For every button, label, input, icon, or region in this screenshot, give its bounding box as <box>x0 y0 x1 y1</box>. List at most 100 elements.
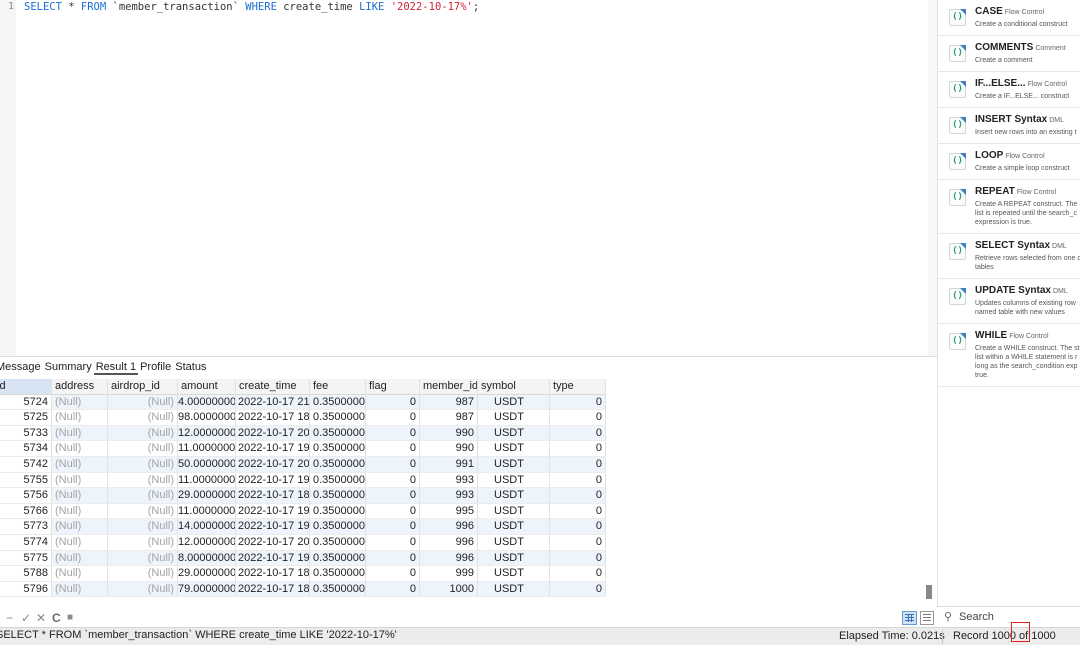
cell-amount[interactable]: 14.00000000 <box>178 519 236 535</box>
cell-create-time[interactable]: 2022-10-17 18:0 <box>236 566 310 582</box>
cell-create-time[interactable]: 2022-10-17 21:0 <box>236 394 310 411</box>
table-row[interactable]: 5725 (Null) (Null) 98.00000000 2022-10-17 18… <box>0 410 606 426</box>
cell-member-id[interactable]: 991 <box>420 457 478 473</box>
sql-editor[interactable]: 1 SELECT * FROM `member_transaction` WHE… <box>0 0 937 356</box>
cell-type[interactable]: 0 <box>550 394 606 411</box>
column-header-airdrop-id[interactable]: airdrop_id <box>108 379 178 395</box>
cell-type[interactable]: 0 <box>550 457 606 473</box>
grid-scrollbar-thumb[interactable] <box>926 585 932 599</box>
cell-create-time[interactable]: 2022-10-17 19:5 <box>236 441 310 457</box>
cell-amount[interactable]: 8.00000000 <box>178 550 236 567</box>
cell-airdrop-id[interactable]: (Null) <box>108 425 178 442</box>
cell-create-time[interactable]: 2022-10-17 19:0 <box>236 519 310 535</box>
table-row[interactable]: 5788 (Null) (Null) 29.00000000 2022-10-17 18… <box>0 566 606 582</box>
cell-address[interactable]: (Null) <box>52 472 108 489</box>
cell-airdrop-id[interactable]: (Null) <box>108 441 178 457</box>
cell-member-id[interactable]: 987 <box>420 394 478 411</box>
cell-member-id[interactable]: 990 <box>420 425 478 442</box>
cell-id[interactable]: 5766 <box>0 503 52 520</box>
tab-summary[interactable]: Summary <box>43 359 94 375</box>
cell-address[interactable]: (Null) <box>52 425 108 442</box>
cell-create-time[interactable]: 2022-10-17 19:2 <box>236 503 310 520</box>
cell-id[interactable]: 5788 <box>0 566 52 582</box>
cell-create-time[interactable]: 2022-10-17 19:3 <box>236 472 310 489</box>
column-header-flag[interactable]: flag <box>366 379 420 395</box>
cell-type[interactable]: 0 <box>550 566 606 582</box>
column-header-address[interactable]: address <box>52 379 108 395</box>
cell-flag[interactable]: 0 <box>366 457 420 473</box>
cell-member-id[interactable]: 996 <box>420 519 478 535</box>
table-row[interactable]: 5756 (Null) (Null) 29.00000000 2022-10-17 18… <box>0 488 606 504</box>
cell-airdrop-id[interactable]: (Null) <box>108 535 178 551</box>
grid-view-icon[interactable] <box>902 611 917 625</box>
cell-symbol[interactable]: USDT <box>478 425 550 442</box>
cell-type[interactable]: 0 <box>550 581 606 598</box>
cell-flag[interactable]: 0 <box>366 503 420 520</box>
tab-profile[interactable]: Profile <box>138 359 173 375</box>
cell-airdrop-id[interactable]: (Null) <box>108 519 178 535</box>
cell-amount[interactable]: 50.00000000 <box>178 457 236 473</box>
snippet-item-update-syntax[interactable]: () UPDATE Syntax DML Updates columns of exi… <box>938 279 1080 324</box>
cell-airdrop-id[interactable]: (Null) <box>108 457 178 473</box>
cell-symbol[interactable]: USDT <box>478 503 550 520</box>
sql-statement[interactable]: SELECT * FROM `member_transaction` WHERE… <box>24 0 479 14</box>
cell-amount[interactable]: 4.00000000 <box>178 394 236 411</box>
cell-symbol[interactable]: USDT <box>478 566 550 582</box>
discard-changes-button[interactable]: ✕ <box>36 611 46 625</box>
snippet-item-while[interactable]: () WHILE Flow Control Create a WHILE constr… <box>938 324 1080 387</box>
cell-airdrop-id[interactable]: (Null) <box>108 581 178 598</box>
cell-flag[interactable]: 0 <box>366 550 420 567</box>
cell-flag[interactable]: 0 <box>366 394 420 411</box>
cell-member-id[interactable]: 993 <box>420 488 478 504</box>
cell-fee[interactable]: 0.35000000 <box>310 566 366 582</box>
cell-create-time[interactable]: 2022-10-17 20:2 <box>236 425 310 442</box>
cell-type[interactable]: 0 <box>550 519 606 535</box>
tab-result-1[interactable]: Result 1 <box>93 359 139 375</box>
cell-member-id[interactable]: 999 <box>420 566 478 582</box>
snippet-item-repeat[interactable]: () REPEAT Flow Control Create A REPEAT cons… <box>938 180 1080 234</box>
cell-fee[interactable]: 0.35000000 <box>310 441 366 457</box>
cell-amount[interactable]: 11.00000000 <box>178 503 236 520</box>
cell-fee[interactable]: 0.35000000 <box>310 410 366 426</box>
stop-button[interactable]: ■ <box>67 611 73 625</box>
cell-address[interactable]: (Null) <box>52 535 108 551</box>
form-view-icon[interactable] <box>920 611 934 625</box>
cell-symbol[interactable]: USDT <box>478 472 550 489</box>
cell-fee[interactable]: 0.35000000 <box>310 457 366 473</box>
table-row[interactable]: 5734 (Null) (Null) 11.00000000 2022-10-17 19… <box>0 441 606 457</box>
cell-type[interactable]: 0 <box>550 550 606 567</box>
column-header-create-time[interactable]: create_time <box>236 379 310 395</box>
cell-flag[interactable]: 0 <box>366 441 420 457</box>
editor-scrollbar[interactable] <box>928 0 937 356</box>
cell-amount[interactable]: 29.00000000 <box>178 488 236 504</box>
cell-flag[interactable]: 0 <box>366 425 420 442</box>
cell-symbol[interactable]: USDT <box>478 488 550 504</box>
cell-symbol[interactable]: USDT <box>478 550 550 567</box>
cell-address[interactable]: (Null) <box>52 566 108 582</box>
cell-create-time[interactable]: 2022-10-17 20:5 <box>236 457 310 473</box>
column-header-type[interactable]: type <box>550 379 606 395</box>
cell-flag[interactable]: 0 <box>366 488 420 504</box>
cell-type[interactable]: 0 <box>550 503 606 520</box>
cell-airdrop-id[interactable]: (Null) <box>108 394 178 411</box>
cell-amount[interactable]: 98.00000000 <box>178 410 236 426</box>
cell-id[interactable]: 5724 <box>0 394 52 411</box>
table-row[interactable]: 5742 (Null) (Null) 50.00000000 2022-10-17 20… <box>0 457 606 473</box>
cell-airdrop-id[interactable]: (Null) <box>108 488 178 504</box>
table-row[interactable]: 5733 (Null) (Null) 12.00000000 2022-10-17 20… <box>0 425 606 442</box>
cell-address[interactable]: (Null) <box>52 410 108 426</box>
cell-id[interactable]: 5775 <box>0 550 52 567</box>
cell-fee[interactable]: 0.35000000 <box>310 425 366 442</box>
cell-flag[interactable]: 0 <box>366 581 420 598</box>
snippet-item-insert-syntax[interactable]: () INSERT Syntax DML Insert new rows into a… <box>938 108 1080 144</box>
table-row[interactable]: 5774 (Null) (Null) 12.00000000 2022-10-17 20… <box>0 535 606 551</box>
cell-symbol[interactable]: USDT <box>478 457 550 473</box>
cell-fee[interactable]: 0.35000000 <box>310 581 366 598</box>
cell-airdrop-id[interactable]: (Null) <box>108 472 178 489</box>
cell-id[interactable]: 5796 <box>0 581 52 598</box>
cell-address[interactable]: (Null) <box>52 581 108 598</box>
table-row[interactable]: 5766 (Null) (Null) 11.00000000 2022-10-17 19… <box>0 503 606 520</box>
cell-address[interactable]: (Null) <box>52 519 108 535</box>
apply-changes-button[interactable]: ✓ <box>21 611 31 625</box>
column-header-member-id[interactable]: member_id <box>420 379 478 395</box>
